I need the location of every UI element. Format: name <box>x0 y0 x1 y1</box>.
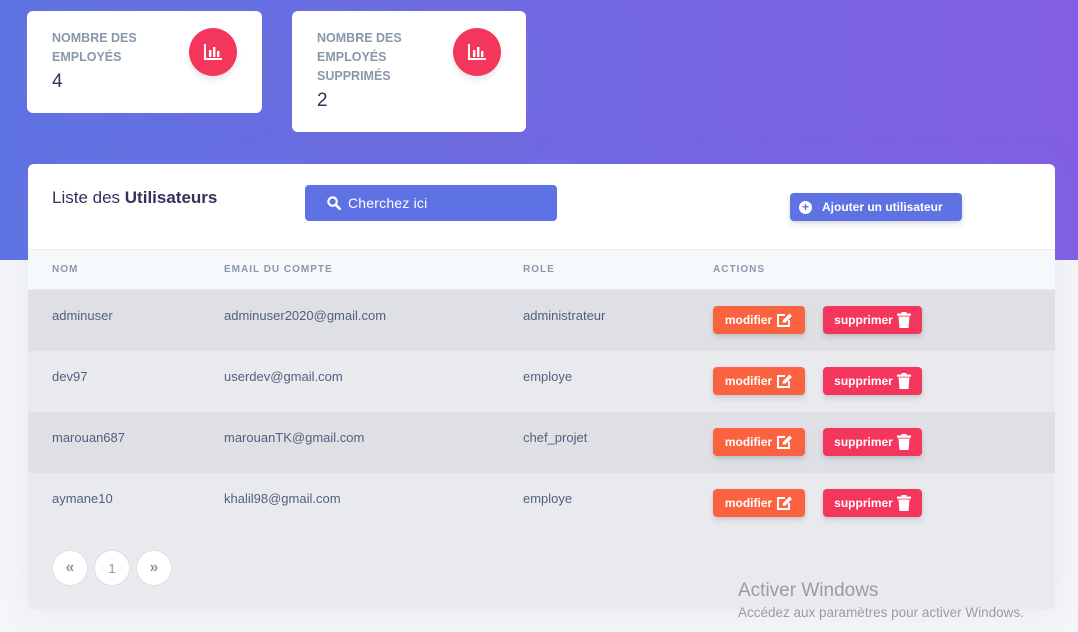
trash-icon <box>896 373 911 389</box>
column-header-role: ROLE <box>523 264 555 275</box>
cell-email: userdev@gmail.com <box>224 369 343 384</box>
trash-icon <box>896 434 911 450</box>
column-header-nom: NOM <box>52 264 79 275</box>
pagination-page-button[interactable]: 1 <box>94 550 130 586</box>
windows-activation-watermark: Activer Windows Accédez aux paramètres p… <box>738 580 1024 622</box>
delete-label: supprimer <box>834 435 893 449</box>
double-chevron-left-icon: « <box>65 559 75 576</box>
page-number: 1 <box>108 560 116 576</box>
trash-icon <box>896 312 911 328</box>
watermark-subtitle: Accédez aux paramètres pour activer Wind… <box>738 605 1024 620</box>
edit-icon <box>777 435 793 449</box>
watermark-title: Activer Windows <box>738 580 879 601</box>
edit-icon <box>777 313 793 327</box>
edit-button[interactable]: modifier <box>713 428 805 456</box>
stat-label: NOMBRE DES EMPLOYÉS SUPPRIMÉS <box>317 31 402 83</box>
trash-icon <box>896 495 911 511</box>
stat-card-employees: NOMBRE DES EMPLOYÉS 4 <box>27 11 262 113</box>
delete-label: supprimer <box>834 496 893 510</box>
delete-label: supprimer <box>834 313 893 327</box>
edit-icon <box>777 374 793 388</box>
chart-bar-icon <box>189 28 237 76</box>
add-user-button[interactable]: + Ajouter un utilisateur <box>790 193 962 221</box>
search-input[interactable]: Cherchez ici <box>305 185 557 221</box>
delete-button[interactable]: supprimer <box>823 489 922 517</box>
chart-bar-icon <box>453 28 501 76</box>
edit-label: modifier <box>724 313 773 327</box>
column-header-actions: ACTIONS <box>713 264 765 275</box>
table-row: adminuser adminuser2020@gmail.com admini… <box>28 290 1055 351</box>
delete-button[interactable]: supprimer <box>823 367 922 395</box>
cell-nom: marouan687 <box>52 430 125 445</box>
stat-value: 4 <box>52 71 63 92</box>
users-panel: Liste des Utilisateurs Cherchez ici + Aj… <box>28 164 1055 609</box>
delete-button[interactable]: supprimer <box>823 306 922 334</box>
column-header-email: EMAIL DU COMPTE <box>224 264 333 275</box>
edit-button[interactable]: modifier <box>713 306 805 334</box>
table-row: marouan687 marouanTK@gmail.com chef_proj… <box>28 412 1055 473</box>
stat-value: 2 <box>317 90 328 111</box>
cell-role: administrateur <box>523 308 606 323</box>
edit-button[interactable]: modifier <box>713 367 805 395</box>
edit-label: modifier <box>724 435 773 449</box>
panel-title: Liste des Utilisateurs <box>52 188 217 208</box>
search-placeholder: Cherchez ici <box>348 195 428 211</box>
cell-email: adminuser2020@gmail.com <box>224 308 387 323</box>
search-icon <box>327 196 341 210</box>
stat-label: NOMBRE DES EMPLOYÉS <box>52 31 137 64</box>
stat-card-deleted-employees: NOMBRE DES EMPLOYÉS SUPPRIMÉS 2 <box>292 11 526 132</box>
cell-email: khalil98@gmail.com <box>224 491 341 506</box>
pagination-first-button[interactable]: « <box>52 550 88 586</box>
cell-role: chef_projet <box>523 430 588 445</box>
pagination-last-button[interactable]: » <box>136 550 172 586</box>
cell-nom: adminuser <box>52 308 113 323</box>
cell-nom: dev97 <box>52 369 88 384</box>
table-row: aymane10 khalil98@gmail.com employe modi… <box>28 473 1055 534</box>
table-header: NOM EMAIL DU COMPTE ROLE ACTIONS <box>28 249 1055 290</box>
panel-title-bold: Utilisateurs <box>124 188 218 207</box>
table-row: dev97 userdev@gmail.com employe modifier… <box>28 351 1055 412</box>
delete-button[interactable]: supprimer <box>823 428 922 456</box>
cell-role: employe <box>523 491 573 506</box>
add-user-label: Ajouter un utilisateur <box>822 200 943 214</box>
cell-role: employe <box>523 369 573 384</box>
cell-email: marouanTK@gmail.com <box>224 430 365 445</box>
edit-icon <box>777 496 793 510</box>
cell-nom: aymane10 <box>52 491 113 506</box>
delete-label: supprimer <box>834 374 893 388</box>
edit-label: modifier <box>724 496 773 510</box>
plus-circle-icon: + <box>799 200 812 214</box>
edit-button[interactable]: modifier <box>713 489 805 517</box>
double-chevron-right-icon: » <box>149 559 159 576</box>
edit-label: modifier <box>724 374 773 388</box>
panel-title-prefix: Liste des <box>52 188 121 207</box>
